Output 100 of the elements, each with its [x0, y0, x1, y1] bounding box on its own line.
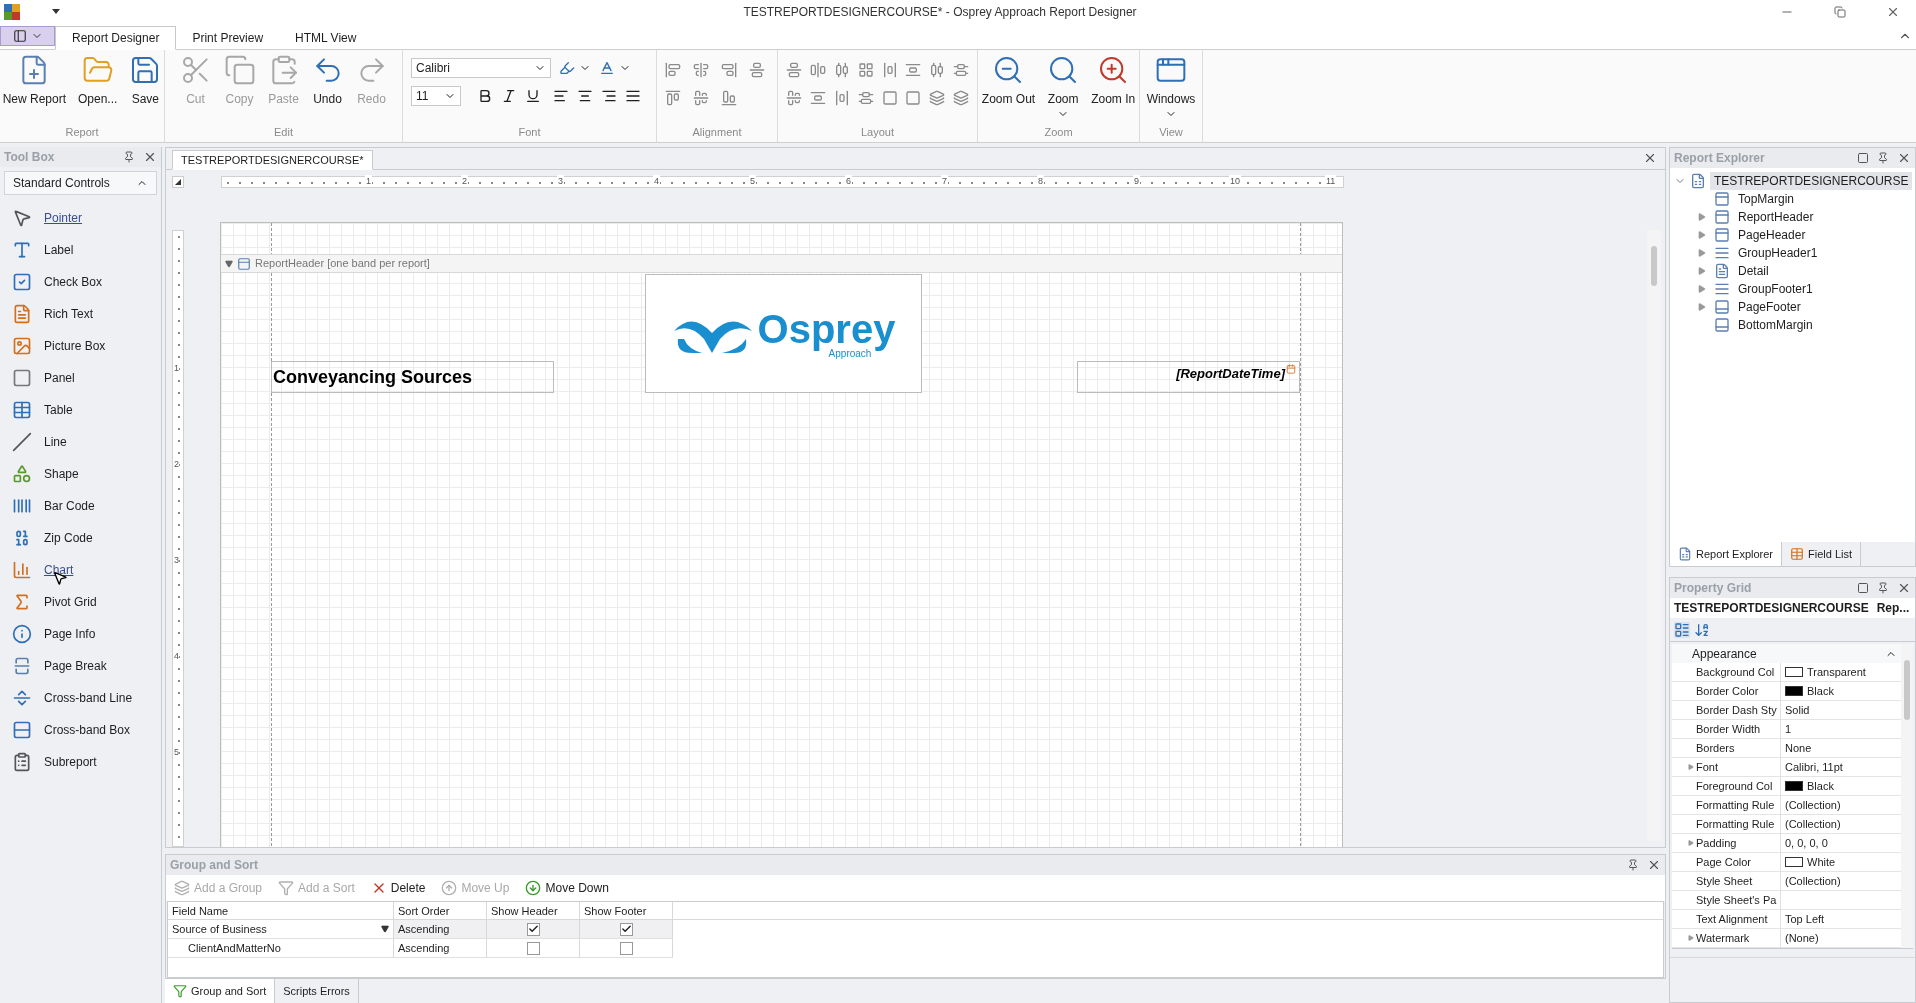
tool-item[interactable]: Shape — [44, 465, 79, 483]
underline-icon[interactable] — [525, 88, 541, 104]
column-header[interactable]: Field Name — [168, 902, 394, 919]
ribbon-button[interactable]: Save — [125, 50, 166, 122]
column-header[interactable]: Sort Order — [394, 902, 487, 919]
property-value[interactable]: Top Left — [1785, 910, 1825, 928]
pin-icon[interactable] — [1877, 152, 1889, 164]
tool-item[interactable]: Pivot Grid — [44, 593, 97, 611]
column-header[interactable]: Show Footer — [580, 902, 673, 919]
property-value[interactable]: (None) — [1785, 929, 1819, 947]
close-icon[interactable] — [1643, 151, 1657, 165]
alignment-icon[interactable] — [693, 62, 709, 78]
checkbox[interactable] — [619, 922, 633, 936]
tool-item[interactable]: Table — [44, 401, 73, 419]
layout-icon[interactable] — [857, 62, 874, 78]
layout-icon[interactable] — [905, 62, 922, 78]
property-value[interactable]: Black — [1807, 682, 1834, 700]
maximize-icon[interactable] — [1857, 582, 1869, 594]
align-left-icon[interactable] — [553, 88, 569, 104]
layout-icon[interactable] — [905, 90, 922, 106]
app-menu-button[interactable] — [0, 26, 55, 46]
dropdown-icon[interactable] — [52, 9, 60, 15]
tree-item[interactable]: Detail — [1734, 262, 1773, 280]
ribbon-button[interactable]: Zoom — [1043, 50, 1084, 122]
tool-item[interactable]: Line — [44, 433, 67, 451]
restore-icon[interactable] — [1834, 6, 1846, 18]
panel-tab[interactable]: Group and Sort — [165, 979, 276, 1003]
tool-item[interactable]: Subreport — [44, 753, 97, 771]
layout-icon[interactable] — [929, 90, 946, 106]
property-value[interactable]: White — [1807, 853, 1836, 871]
alignment-icon[interactable] — [665, 62, 681, 78]
ribbon-button[interactable]: Zoom In — [1087, 50, 1140, 122]
expand-icon[interactable] — [1698, 285, 1706, 293]
close-icon[interactable] — [1897, 581, 1911, 595]
layout-icon[interactable] — [857, 90, 874, 106]
font-color-icon[interactable] — [599, 60, 615, 76]
layout-icon[interactable] — [809, 90, 826, 106]
ribbon-button[interactable]: Undo — [307, 50, 348, 122]
property-value[interactable]: Calibri, 11pt — [1785, 758, 1843, 776]
ribbon-button[interactable]: New Report — [0, 50, 70, 122]
panel-tab[interactable]: Scripts Errors — [275, 979, 359, 1003]
layout-icon[interactable] — [929, 62, 946, 78]
highlighter-icon[interactable] — [559, 60, 575, 76]
layout-icon[interactable] — [953, 62, 970, 78]
tree-item[interactable]: GroupFooter1 — [1734, 280, 1817, 298]
toolbar-button[interactable]: Move Down — [521, 879, 613, 897]
field-name-cell[interactable]: ClientAndMatterNo — [168, 939, 394, 957]
property-value[interactable]: (Collection) — [1785, 815, 1841, 833]
document-tab[interactable]: TESTREPORTDESIGNERCOURSE* — [172, 150, 373, 170]
vertical-scrollbar[interactable] — [1901, 644, 1913, 948]
font-size-select[interactable]: 11 — [411, 86, 461, 106]
title-label[interactable]: Conveyancing Sources — [271, 361, 554, 393]
alignment-icon[interactable] — [693, 90, 709, 106]
expand-icon[interactable] — [1688, 840, 1694, 846]
ribbon-button[interactable]: Windows — [1142, 50, 1200, 122]
tool-item[interactable]: Picture Box — [44, 337, 106, 355]
close-icon[interactable] — [143, 150, 157, 164]
object-select[interactable]: TESTREPORTDESIGNERCOURSE Rep... — [1670, 598, 1915, 618]
alignment-icon[interactable] — [721, 90, 737, 106]
property-value[interactable]: Solid — [1785, 701, 1810, 719]
pin-icon[interactable] — [1627, 859, 1639, 871]
tree-item[interactable]: ReportHeader — [1734, 208, 1818, 226]
band-header[interactable]: ReportHeader [one band per report] — [221, 254, 1342, 273]
checkbox[interactable] — [526, 922, 540, 936]
checkbox[interactable] — [526, 941, 540, 955]
tool-item[interactable]: Panel — [44, 369, 75, 387]
alignment-icon[interactable] — [665, 90, 681, 106]
smart-tag-icon[interactable] — [1286, 364, 1296, 374]
expand-icon[interactable] — [1698, 303, 1706, 311]
date-field[interactable]: [ReportDateTime] — [1077, 361, 1300, 393]
tool-item[interactable]: Page Break — [44, 657, 107, 675]
sort-alphabetical-icon[interactable] — [1694, 621, 1710, 638]
tree-item[interactable]: PageFooter — [1734, 298, 1805, 316]
tool-item[interactable]: Label — [44, 241, 74, 259]
property-value[interactable]: (Collection) — [1785, 796, 1841, 814]
italic-icon[interactable] — [501, 88, 517, 104]
expand-icon[interactable] — [1688, 935, 1694, 941]
property-value[interactable]: Transparent — [1807, 663, 1866, 681]
bold-icon[interactable] — [477, 88, 493, 104]
category-header[interactable]: Appearance — [1672, 644, 1901, 663]
dropdown-icon[interactable] — [381, 925, 389, 933]
tree-item[interactable]: BottomMargin — [1734, 316, 1817, 334]
section-header[interactable]: Standard Controls — [4, 171, 157, 195]
app-icon[interactable] — [4, 4, 20, 20]
ruler-corner-icon[interactable] — [172, 176, 184, 188]
align-center-icon[interactable] — [577, 88, 593, 104]
align-justify-icon[interactable] — [625, 88, 641, 104]
property-value[interactable]: None — [1785, 739, 1812, 757]
tool-item[interactable]: Check Box — [44, 273, 103, 291]
tree-item[interactable]: GroupHeader1 — [1734, 244, 1822, 262]
ribbon-tab[interactable]: Print Preview — [176, 26, 280, 50]
expand-icon[interactable] — [1698, 249, 1706, 257]
alignment-icon[interactable] — [749, 62, 765, 78]
layout-icon[interactable] — [953, 90, 970, 106]
layout-icon[interactable] — [881, 62, 898, 78]
expand-icon[interactable] — [1698, 267, 1706, 275]
layout-icon[interactable] — [786, 62, 802, 78]
close-icon[interactable] — [1647, 858, 1661, 872]
layout-icon[interactable] — [786, 90, 802, 106]
tree-item[interactable]: TESTREPORTDESIGNERCOURSE — [1710, 172, 1913, 190]
